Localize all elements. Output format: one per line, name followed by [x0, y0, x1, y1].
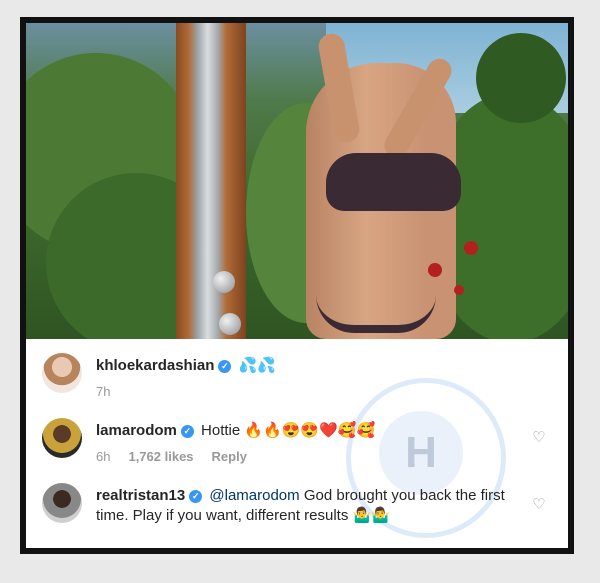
- comment-text: 💦💦: [238, 357, 276, 374]
- comment-body: realtristan13 ✓ @lamarodom God brought yo…: [96, 486, 517, 526]
- comment-username[interactable]: realtristan13: [96, 487, 185, 504]
- post-photo[interactable]: [26, 23, 568, 339]
- outdoor-shower-pole: [176, 23, 246, 339]
- red-flower: [454, 285, 464, 295]
- avatar[interactable]: [42, 353, 82, 393]
- verified-badge-icon: ✓: [189, 490, 203, 503]
- verified-badge-icon: ✓: [180, 425, 194, 438]
- instagram-post-card: H khloekardashian ✓ 💦💦 7h lamarodom ✓ Hott…: [26, 23, 568, 548]
- avatar[interactable]: [42, 483, 82, 523]
- comment-body: lamarodom ✓ Hottie 🔥🔥😍😍❤️🥰🥰 6h 1,762 likes…: [96, 421, 517, 467]
- heart-outline-icon[interactable]: ♡: [531, 497, 547, 513]
- comment-username[interactable]: khloekardashian: [96, 357, 214, 374]
- heart-outline-icon[interactable]: ♡: [531, 430, 547, 446]
- comment-time: 7h: [96, 384, 111, 399]
- comment-body: khloekardashian ✓ 💦💦 7h: [96, 356, 517, 402]
- comment-time: 6h: [96, 449, 111, 464]
- comment-username[interactable]: lamarodom: [96, 422, 177, 439]
- comment-text: Hottie 🔥🔥😍😍❤️🥰🥰: [201, 422, 376, 439]
- avatar[interactable]: [42, 418, 82, 458]
- comment-item: realtristan13 ✓ @lamarodom God brought yo…: [42, 483, 547, 548]
- comment-item: khloekardashian ✓ 💦💦 7h: [42, 353, 547, 408]
- comment-likes[interactable]: 1,762 likes: [128, 449, 193, 464]
- shower-knob: [213, 271, 235, 293]
- comment-meta: 7h: [96, 382, 517, 402]
- comment-item: lamarodom ✓ Hottie 🔥🔥😍😍❤️🥰🥰 6h 1,762 likes…: [42, 418, 547, 473]
- comment-mention[interactable]: @lamarodom: [209, 487, 299, 504]
- screenshot-frame: H khloekardashian ✓ 💦💦 7h lamarodom ✓ Hott…: [20, 17, 574, 554]
- shower-knob: [219, 313, 241, 335]
- photo-foliage: [476, 33, 566, 123]
- person-bottom: [316, 295, 436, 333]
- red-flower: [464, 241, 478, 255]
- comment-meta: 6h 1,762 likes Reply: [96, 447, 517, 467]
- red-flower: [428, 263, 442, 277]
- person-top: [326, 153, 461, 211]
- reply-button[interactable]: Reply: [212, 449, 247, 464]
- verified-badge-icon: ✓: [218, 360, 232, 373]
